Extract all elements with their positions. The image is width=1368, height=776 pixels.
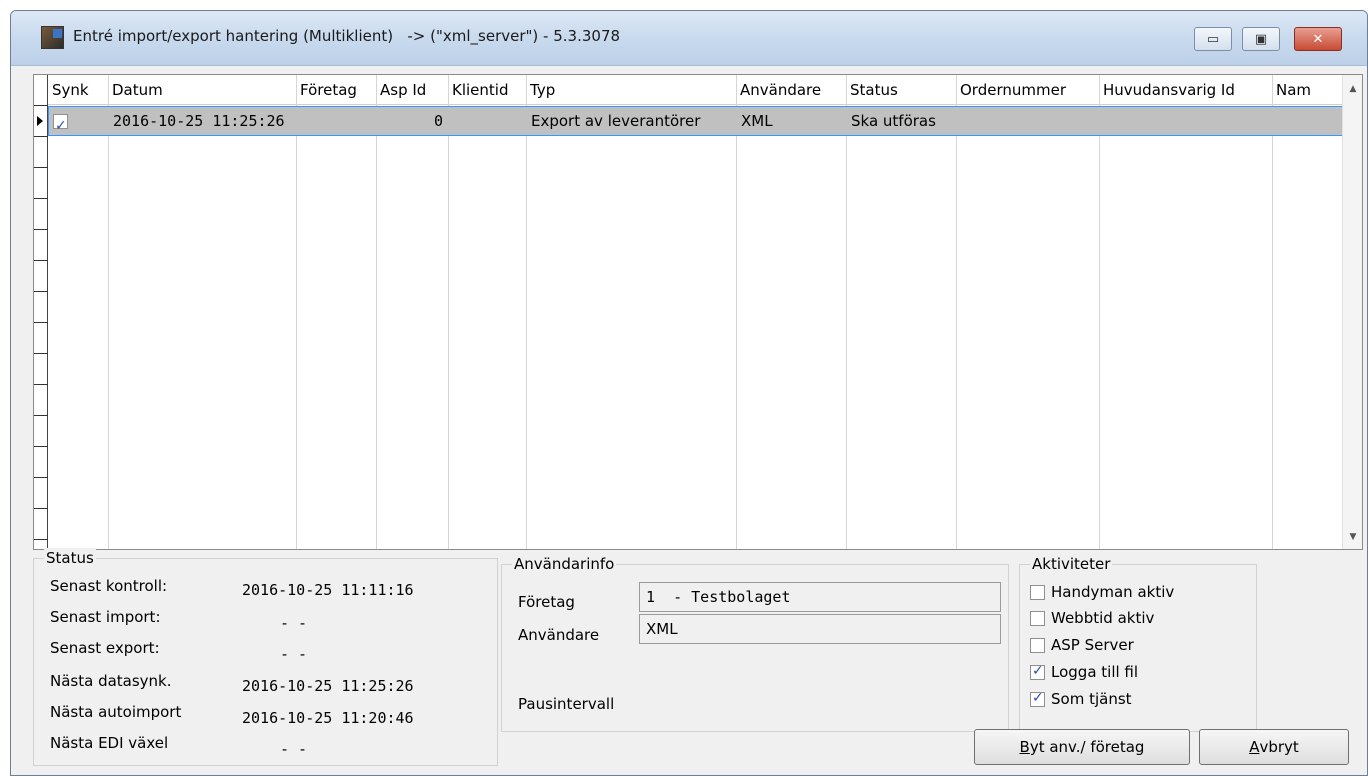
handyman-aktiv-checkbox-row[interactable]: Handyman aktiv [1030,580,1174,604]
asp-server-label: ASP Server [1051,636,1134,654]
nasta-autoimport-value: 2016-10-25 11:20:46 [242,709,414,727]
maximize-button[interactable]: ▣ [1242,27,1280,51]
nasta-edi-label: Nästa EDI växel [50,734,169,752]
foretag-label: Företag [518,593,575,611]
main-window: Entré import/export hantering (Multiklie… [10,10,1368,776]
grid-header: Synk Datum Företag Asp Id Klientid Typ A… [48,75,1344,105]
byt-label: yt anv./ företag [1029,738,1145,756]
nasta-autoimport-label: Nästa autoimport [50,703,182,721]
col-header-anvandare[interactable]: Användare [736,75,846,105]
anvandare-field[interactable]: XML [639,614,1001,644]
col-header-datum[interactable]: Datum [108,75,296,105]
som-tjanst-checkbox[interactable] [1030,690,1045,707]
asp-server-checkbox[interactable] [1030,637,1045,653]
byt-anvandare-foretag-button[interactable]: Byt anv./ företag [974,729,1190,765]
nasta-datasynk-label: Nästa datasynk. [50,672,172,690]
klientid-cell [449,107,527,135]
senast-import-value: - - [280,614,308,632]
senast-kontroll-value: 2016-10-25 11:11:16 [242,581,414,599]
aktiviteter-group-title: Aktiviteter [1030,554,1113,574]
senast-export-label: Senast export: [50,639,160,657]
handyman-aktiv-checkbox[interactable] [1030,584,1045,600]
anvandare-label: Användare [518,626,600,644]
avbryt-mnemonic: A [1249,738,1260,756]
nasta-datasynk-value: 2016-10-25 11:25:26 [242,677,414,695]
asp-id-cell: 0 [433,112,443,130]
avbryt-label: vbryt [1259,738,1299,756]
nam-cell [1273,107,1343,135]
anvandarinfo-group-title: Användarinfo [512,554,617,574]
import-export-grid[interactable]: Synk Datum Företag Asp Id Klientid Typ A… [33,74,1363,550]
col-header-synk[interactable]: Synk [48,75,108,105]
som-tjanst-label: Som tjänst [1051,690,1132,708]
title-bar[interactable]: Entré import/export hantering (Multiklie… [11,11,1367,66]
senast-export-value: - - [280,645,308,663]
senast-import-label: Senast import: [50,608,161,626]
col-header-asp-id[interactable]: Asp Id [376,75,448,105]
table-row[interactable]: 2016-10-25 11:25:26 0 Export av leverant… [48,106,1344,136]
synk-checkbox[interactable] [53,112,68,135]
asp-server-checkbox-row[interactable]: ASP Server [1030,633,1134,657]
pausintervall-label: Pausintervall [518,695,615,713]
ordernummer-cell [957,107,1100,135]
webbtid-aktiv-checkbox[interactable] [1030,610,1045,626]
handyman-aktiv-label: Handyman aktiv [1051,583,1175,601]
logga-till-fil-checkbox-row[interactable]: Logga till fil [1030,660,1138,684]
logga-till-fil-checkbox[interactable] [1030,663,1045,680]
status-group: Status Senast kontroll: 2016-10-25 11:11… [33,548,498,766]
col-header-status[interactable]: Status [846,75,956,105]
maximize-icon: ▣ [1254,31,1268,47]
senast-kontroll-label: Senast kontroll: [50,577,168,595]
app-icon [41,26,64,49]
webbtid-aktiv-label: Webbtid aktiv [1051,609,1155,627]
huvudansvarig-id-cell [1100,107,1273,135]
grid-vertical-scrollbar[interactable]: ▲ ▼ [1342,75,1362,549]
logga-till-fil-label: Logga till fil [1051,663,1139,681]
close-button[interactable]: ✕ [1294,27,1342,51]
avbryt-button[interactable]: Avbryt [1199,729,1349,765]
col-header-typ[interactable]: Typ [526,75,736,105]
synk-cell[interactable] [49,107,109,135]
col-header-foretag[interactable]: Företag [296,75,376,105]
window-title: Entré import/export hantering (Multiklie… [73,27,621,45]
minimize-button[interactable]: ▭ [1194,27,1232,51]
close-icon: ✕ [1312,31,1324,47]
foretag-cell [297,107,377,135]
col-header-klientid[interactable]: Klientid [448,75,526,105]
som-tjanst-checkbox-row[interactable]: Som tjänst [1030,687,1132,711]
anvandarinfo-group: Användarinfo Företag 1 - Testbolaget Anv… [501,554,1009,732]
status-cell: Ska utföras [851,112,936,130]
col-header-ordernummer[interactable]: Ordernummer [956,75,1099,105]
webbtid-aktiv-checkbox-row[interactable]: Webbtid aktiv [1030,606,1154,630]
current-row-pointer-icon [37,116,43,126]
col-header-nam[interactable]: Nam [1272,75,1344,105]
byt-mnemonic: B [1019,738,1030,756]
row-indicator-column [34,75,48,549]
aktiviteter-group: Aktiviteter Handyman aktiv Webbtid aktiv… [1019,554,1257,732]
scroll-down-icon[interactable]: ▼ [1343,527,1363,547]
nasta-edi-value: - - [280,740,308,758]
datum-cell: 2016-10-25 11:25:26 [113,112,285,130]
scroll-up-icon[interactable]: ▲ [1343,79,1363,99]
status-group-title: Status [44,548,96,568]
anvandare-cell: XML [741,112,773,130]
foretag-field[interactable]: 1 - Testbolaget [639,582,1001,612]
minimize-icon: ▭ [1206,31,1220,47]
typ-cell: Export av leverantörer [531,112,701,130]
col-header-huvudansvarig-id[interactable]: Huvudansvarig Id [1099,75,1272,105]
